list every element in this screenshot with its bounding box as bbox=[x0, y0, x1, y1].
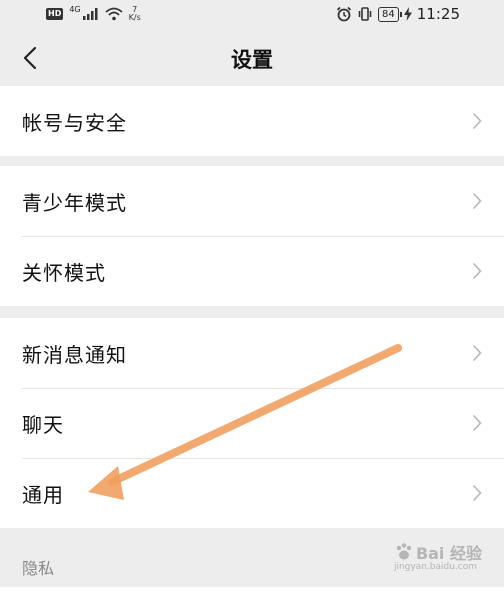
alarm-icon bbox=[336, 6, 352, 22]
clock-time: 11:25 bbox=[416, 5, 460, 23]
page-title: 设置 bbox=[231, 48, 273, 72]
settings-item-label: 聊天 bbox=[22, 412, 64, 437]
chevron-right-icon bbox=[472, 344, 482, 362]
charging-icon bbox=[403, 7, 412, 21]
chevron-right-icon bbox=[472, 414, 482, 432]
status-bar-right: 84 11:25 bbox=[336, 5, 460, 23]
list-continuation bbox=[0, 587, 504, 596]
chevron-right-icon bbox=[472, 262, 482, 280]
settings-group-messages: 新消息通知 聊天 通用 bbox=[0, 318, 504, 528]
settings-item-chat[interactable]: 聊天 bbox=[0, 388, 504, 458]
settings-group-modes: 青少年模式 关怀模式 bbox=[0, 166, 504, 306]
settings-item-care-mode[interactable]: 关怀模式 bbox=[0, 236, 504, 306]
wifi-icon bbox=[105, 7, 123, 21]
watermark-sub-text: jingyan.baidu.com bbox=[393, 562, 477, 572]
settings-item-label: 关怀模式 bbox=[22, 260, 106, 285]
settings-item-label: 帐号与安全 bbox=[22, 110, 127, 135]
settings-item-label: 通用 bbox=[22, 482, 64, 507]
battery-indicator: 84 bbox=[378, 6, 402, 22]
settings-item-notifications[interactable]: 新消息通知 bbox=[0, 318, 504, 388]
settings-group-account: 帐号与安全 bbox=[0, 86, 504, 156]
network-speed: 7 K/s bbox=[129, 6, 141, 22]
paw-logo-icon bbox=[396, 543, 412, 560]
settings-item-general[interactable]: 通用 bbox=[0, 458, 504, 528]
vibrate-icon bbox=[358, 7, 372, 21]
settings-item-label: 新消息通知 bbox=[22, 342, 127, 367]
chevron-right-icon bbox=[472, 484, 482, 502]
settings-item-account-security[interactable]: 帐号与安全 bbox=[0, 86, 504, 156]
settings-item-teen-mode[interactable]: 青少年模式 bbox=[0, 166, 504, 236]
chevron-right-icon bbox=[472, 112, 482, 130]
hd-badge: HD bbox=[46, 8, 64, 20]
network-speed-unit: K/s bbox=[128, 13, 141, 22]
watermark-logo-text: Bai 经验 bbox=[415, 544, 482, 563]
nav-bar: 设置 bbox=[0, 30, 504, 86]
chevron-right-icon bbox=[472, 192, 482, 210]
settings-item-label: 青少年模式 bbox=[22, 190, 127, 215]
status-bar-left: HD 4G 7 K/s bbox=[46, 4, 141, 22]
section-header-privacy: 隐私 bbox=[22, 559, 55, 578]
network-type: 4G bbox=[69, 4, 81, 14]
signal-icon bbox=[82, 8, 98, 20]
status-bar: HD 4G 7 K/s 84 11:25 bbox=[0, 0, 504, 30]
baidu-watermark: Bai 经验 jingyan.baidu.com bbox=[394, 540, 482, 572]
